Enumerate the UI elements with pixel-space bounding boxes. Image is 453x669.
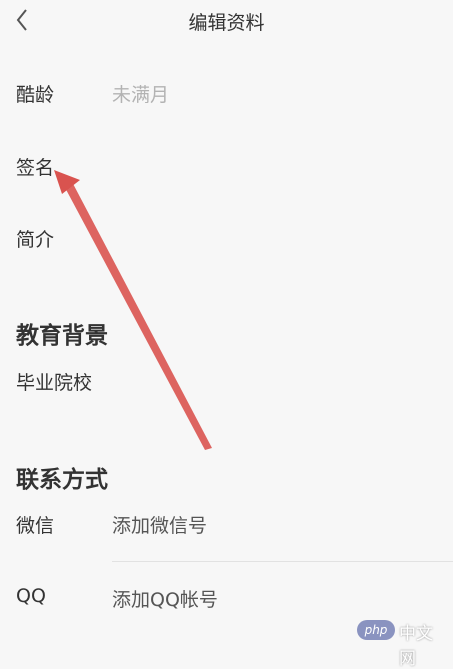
intro-label: 简介 xyxy=(16,229,55,251)
contact-heading: 联系方式 xyxy=(16,467,108,493)
signature-label: 签名 xyxy=(16,157,55,179)
school-row[interactable]: 毕业院校 xyxy=(0,368,453,402)
intro-row[interactable]: 简介 xyxy=(0,225,453,259)
qq-row[interactable]: QQ 添加QQ帐号 xyxy=(0,585,453,619)
watermark-text: 中文网 xyxy=(399,624,433,669)
qq-label: QQ xyxy=(16,585,46,607)
divider xyxy=(112,561,453,562)
wechat-row[interactable]: 微信 添加微信号 xyxy=(0,511,453,545)
watermark: php 中文网 xyxy=(357,618,447,669)
age-label: 酷龄 xyxy=(16,84,55,106)
age-row: 酷龄 未满月 xyxy=(0,80,453,114)
page-title: 编辑资料 xyxy=(188,12,265,34)
qq-field[interactable]: 添加QQ帐号 xyxy=(112,585,218,612)
top-nav-bar: 编辑资料 xyxy=(0,0,453,40)
wechat-field[interactable]: 添加微信号 xyxy=(112,511,207,538)
wechat-label: 微信 xyxy=(16,515,55,537)
watermark-logo: php xyxy=(357,620,395,640)
education-heading: 教育背景 xyxy=(16,323,108,349)
signature-row[interactable]: 签名 xyxy=(0,153,453,187)
school-label: 毕业院校 xyxy=(16,372,93,394)
age-value: 未满月 xyxy=(112,84,170,106)
